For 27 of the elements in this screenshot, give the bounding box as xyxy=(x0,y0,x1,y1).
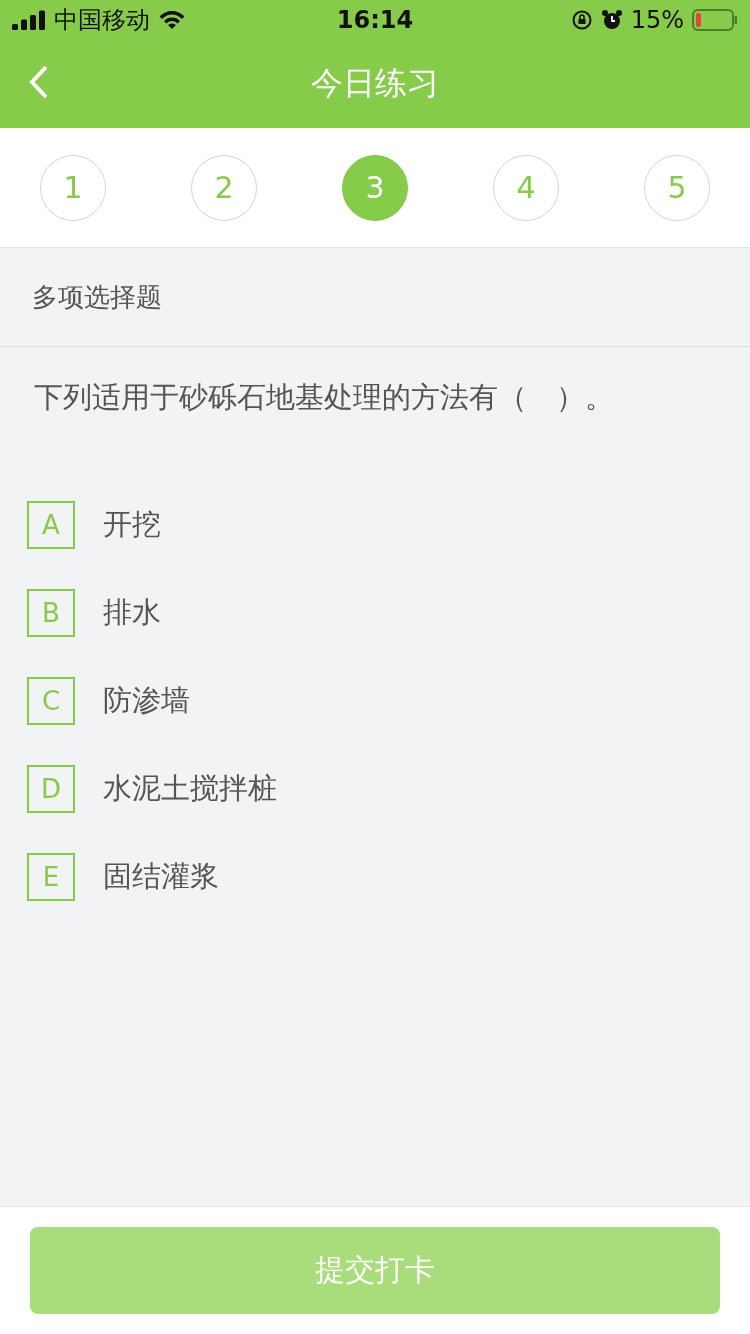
battery-icon xyxy=(692,9,738,31)
question-text: 下列适用于砂砾石地基处理的方法有（ ）。 xyxy=(33,379,615,416)
question-number-tab[interactable]: 2 xyxy=(191,154,257,221)
question-number-tab[interactable]: 1 xyxy=(40,154,106,221)
option-checkbox[interactable]: E xyxy=(27,853,75,901)
carrier-name: 中国移动 xyxy=(54,5,150,36)
page-title: 今日练习 xyxy=(311,63,439,104)
option-text[interactable]: 固结灌浆 xyxy=(103,857,219,897)
battery-percent: 15% xyxy=(630,6,684,34)
option-checkbox[interactable]: C xyxy=(27,677,75,725)
option-checkbox[interactable]: A xyxy=(27,501,75,549)
option-text[interactable]: 开挖 xyxy=(103,505,161,545)
signal-icon xyxy=(12,10,46,30)
option-text[interactable]: 防渗墙 xyxy=(103,681,190,721)
question-number-tab[interactable]: 3 xyxy=(342,154,408,221)
alarm-icon xyxy=(600,9,623,31)
option-text[interactable]: 排水 xyxy=(103,593,161,633)
question-number-tab[interactable]: 4 xyxy=(493,154,559,221)
option-checkbox[interactable]: D xyxy=(27,765,75,813)
back-button[interactable] xyxy=(28,64,50,100)
question-type: 多项选择题 xyxy=(32,280,162,314)
status-time: 16:14 xyxy=(336,6,414,34)
rotation-lock-icon xyxy=(570,9,593,31)
option-text[interactable]: 水泥土搅拌桩 xyxy=(103,769,277,809)
option-checkbox[interactable]: B xyxy=(27,589,75,637)
wifi-icon xyxy=(158,10,186,30)
question-number-tab[interactable]: 5 xyxy=(644,154,710,221)
